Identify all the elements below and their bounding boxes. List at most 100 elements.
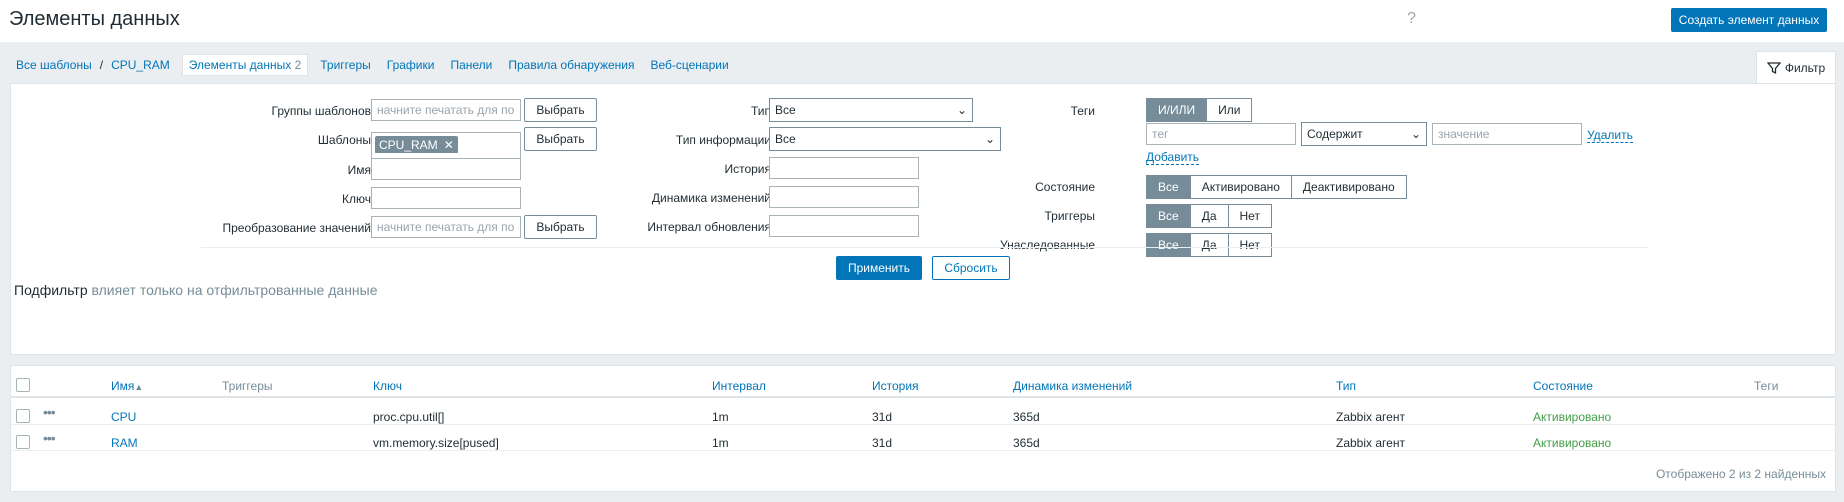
tab-items-label: Элементы данных bbox=[188, 58, 292, 72]
type-select[interactable]: Все ⌄ bbox=[769, 98, 973, 122]
tab-items-count: 2 bbox=[294, 58, 302, 72]
inherited-label: Унаследованные bbox=[1000, 238, 1095, 252]
close-icon[interactable]: ✕ bbox=[444, 136, 454, 154]
row-checkbox[interactable] bbox=[16, 409, 30, 423]
state-option-all[interactable]: Все bbox=[1146, 175, 1191, 199]
breadcrumb-all-templates[interactable]: Все шаблоны bbox=[16, 58, 92, 72]
item-name-link[interactable]: CPU bbox=[111, 410, 136, 424]
tag-value-input[interactable]: значение bbox=[1432, 123, 1582, 145]
tab-triggers[interactable]: Триггеры bbox=[320, 58, 371, 72]
filter-divider bbox=[201, 247, 1649, 248]
filter-tab[interactable]: Фильтр bbox=[1756, 51, 1836, 84]
more-icon[interactable]: ••• bbox=[43, 404, 56, 420]
tag-operator-select[interactable]: Содержит ⌄ bbox=[1301, 122, 1427, 146]
history-label: История bbox=[724, 162, 771, 176]
template-chip: CPU_RAM ✕ bbox=[375, 136, 458, 154]
trends-label: Динамика изменений bbox=[651, 191, 771, 205]
column-type[interactable]: Тип bbox=[1336, 379, 1356, 393]
tags-or-option[interactable]: Или bbox=[1206, 98, 1253, 122]
template-groups-label: Группы шаблонов bbox=[271, 104, 371, 118]
item-name-link[interactable]: RAM bbox=[111, 436, 138, 450]
template-groups-input[interactable]: начните печатать для по bbox=[371, 99, 521, 121]
tag-input[interactable]: тег bbox=[1146, 123, 1296, 145]
item-interval: 1m bbox=[712, 410, 729, 424]
state-toggle[interactable]: Все Активировано Деактивировано bbox=[1146, 175, 1407, 199]
interval-input[interactable] bbox=[769, 215, 919, 237]
inherited-option-all[interactable]: Все bbox=[1146, 233, 1191, 257]
chevron-down-icon: ⌄ bbox=[1410, 127, 1421, 141]
item-history: 31d bbox=[872, 436, 893, 450]
column-name[interactable]: Имя▲ bbox=[111, 379, 143, 393]
inherited-option-no[interactable]: Нет bbox=[1227, 233, 1272, 257]
remove-tag-link[interactable]: Удалить bbox=[1587, 128, 1633, 143]
page-title: Элементы данных bbox=[9, 8, 180, 30]
column-name-label: Имя bbox=[111, 379, 135, 393]
name-label: Имя bbox=[347, 163, 371, 177]
item-key: proc.cpu.util[] bbox=[373, 410, 445, 424]
triggers-filter-label: Триггеры bbox=[1044, 209, 1096, 223]
key-input[interactable] bbox=[371, 187, 521, 209]
state-option-enabled[interactable]: Активировано bbox=[1189, 175, 1292, 199]
column-triggers: Триггеры bbox=[222, 379, 273, 393]
info-type-select[interactable]: Все ⌄ bbox=[769, 127, 1001, 151]
inherited-toggle[interactable]: Все Да Нет bbox=[1146, 233, 1272, 257]
name-input[interactable] bbox=[371, 158, 521, 180]
tab-web[interactable]: Веб-сценарии bbox=[650, 58, 728, 72]
filter-icon bbox=[1766, 62, 1781, 75]
column-status[interactable]: Состояние bbox=[1533, 379, 1593, 393]
triggers-option-no[interactable]: Нет bbox=[1227, 204, 1272, 228]
column-trends[interactable]: Динамика изменений bbox=[1013, 379, 1132, 393]
key-label: Ключ bbox=[342, 192, 371, 206]
history-input[interactable] bbox=[769, 157, 919, 179]
valuemap-input[interactable]: начните печатать для по bbox=[371, 216, 521, 238]
more-icon[interactable]: ••• bbox=[43, 430, 56, 446]
select-all-checkbox[interactable] bbox=[16, 378, 30, 392]
subfilter-title: Подфильтр bbox=[14, 282, 88, 298]
create-item-button[interactable]: Создать элемент данных bbox=[1671, 8, 1827, 32]
item-trends: 365d bbox=[1013, 436, 1040, 450]
tab-dashboards[interactable]: Панели bbox=[450, 58, 492, 72]
sort-asc-icon: ▲ bbox=[134, 382, 144, 392]
column-interval[interactable]: Интервал bbox=[712, 379, 766, 393]
item-type: Zabbix агент bbox=[1336, 410, 1405, 424]
breadcrumb: Все шаблоны / CPU_RAM Элементы данных 2 … bbox=[16, 54, 745, 76]
breadcrumb-template[interactable]: CPU_RAM bbox=[111, 58, 170, 72]
item-status-link[interactable]: Активировано bbox=[1533, 436, 1612, 451]
filter-tab-label: Фильтр bbox=[1784, 61, 1826, 75]
interval-label: Интервал обновления bbox=[647, 220, 771, 234]
info-type-label: Тип информации bbox=[675, 133, 771, 147]
trends-input[interactable] bbox=[769, 186, 919, 208]
type-label: Тип bbox=[750, 104, 771, 118]
table-footer-count: Отображено 2 из 2 найденных bbox=[1655, 467, 1826, 481]
item-status-link[interactable]: Активировано bbox=[1533, 410, 1612, 425]
info-type-select-value: Все bbox=[775, 132, 796, 146]
tags-andor-option[interactable]: И/ИЛИ bbox=[1146, 98, 1208, 122]
type-select-value: Все bbox=[775, 103, 796, 117]
apply-button[interactable]: Применить bbox=[836, 256, 922, 280]
template-chip-label: CPU_RAM bbox=[379, 138, 438, 152]
breadcrumb-separator: / bbox=[99, 58, 104, 72]
help-icon[interactable]: ? bbox=[1407, 10, 1416, 28]
item-history: 31d bbox=[872, 410, 893, 424]
row-divider bbox=[11, 424, 1835, 425]
triggers-option-all[interactable]: Все bbox=[1146, 204, 1191, 228]
tab-items[interactable]: Элементы данных 2 bbox=[181, 54, 309, 76]
column-key[interactable]: Ключ bbox=[373, 379, 402, 393]
valuemap-label: Преобразование значений bbox=[222, 221, 371, 235]
inherited-option-yes[interactable]: Да bbox=[1189, 233, 1229, 257]
triggers-toggle[interactable]: Все Да Нет bbox=[1146, 204, 1272, 228]
tab-discovery[interactable]: Правила обнаружения bbox=[508, 58, 634, 72]
item-key: vm.memory.size[pused] bbox=[373, 436, 499, 450]
subfilter-note: влияет только на отфильтрованные данные bbox=[91, 282, 378, 298]
header-divider bbox=[11, 396, 1835, 398]
reset-button[interactable]: Сбросить bbox=[932, 256, 1010, 280]
add-tag-link[interactable]: Добавить bbox=[1146, 150, 1200, 165]
tags-evaltype-toggle[interactable]: И/ИЛИ Или bbox=[1146, 98, 1253, 122]
row-divider bbox=[11, 450, 1835, 451]
triggers-option-yes[interactable]: Да bbox=[1189, 204, 1229, 228]
row-checkbox[interactable] bbox=[16, 435, 30, 449]
tab-graphs[interactable]: Графики bbox=[387, 58, 435, 72]
templates-label: Шаблоны bbox=[317, 133, 371, 147]
column-history[interactable]: История bbox=[872, 379, 919, 393]
state-option-disabled[interactable]: Деактивировано bbox=[1290, 175, 1407, 199]
